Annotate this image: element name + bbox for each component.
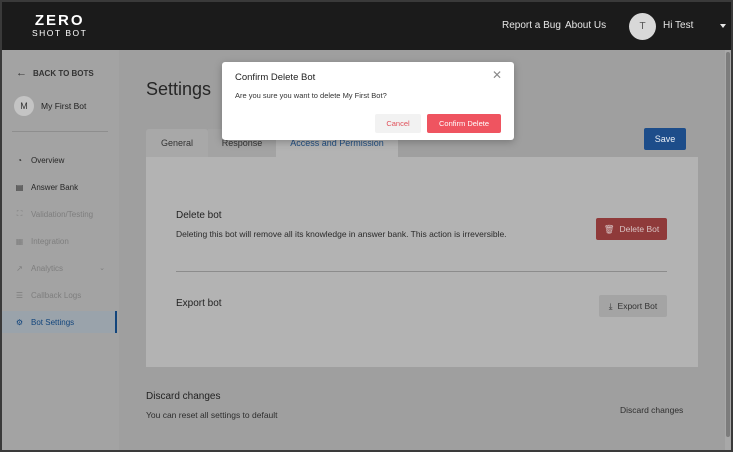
close-icon[interactable]: ✕: [492, 69, 502, 81]
sidebar-item-label: Integration: [31, 236, 69, 246]
sidebar-item-label: Overview: [31, 155, 65, 165]
discard-changes-button[interactable]: Discard changes: [620, 405, 683, 415]
logo-subtitle: SHOT BOT: [32, 28, 88, 38]
bot-name: My First Bot: [41, 101, 87, 111]
sidebar-item-overview[interactable]: ◔ Overview: [2, 149, 115, 171]
current-bot: M My First Bot: [14, 96, 86, 116]
trend-icon: ↗: [16, 263, 23, 273]
logo[interactable]: ZERO SHOT BOT: [32, 13, 87, 38]
export-bot-button-label: Export Bot: [617, 301, 658, 311]
sidebar-item-label: Bot Settings: [31, 317, 75, 327]
book-icon: ▤: [15, 182, 24, 192]
sidebar-item-analytics[interactable]: ↗ Analytics ⌄: [2, 257, 115, 279]
sidebar-item-bot-settings[interactable]: ⚙ Bot Settings: [2, 311, 117, 333]
back-to-bots-label: BACK TO BOTS: [33, 68, 94, 78]
export-bot-heading: Export bot: [176, 298, 222, 309]
scan-icon: ⛶: [16, 209, 23, 218]
sidebar-item-integration[interactable]: ▦ Integration: [2, 230, 115, 252]
save-button[interactable]: Save: [644, 128, 686, 150]
arrow-left-icon: ←: [16, 67, 27, 79]
sidebar-item-label: Callback Logs: [31, 290, 82, 300]
confirm-delete-button[interactable]: Confirm Delete: [427, 114, 501, 133]
gear-icon: ⚙: [15, 317, 24, 327]
caret-down-icon[interactable]: [720, 24, 726, 28]
delete-bot-heading: Delete bot: [176, 210, 222, 221]
logo-wordmark: ZERO: [34, 12, 85, 29]
confirm-delete-dialog: Confirm Delete Bot ✕ Are you sure you wa…: [222, 62, 514, 140]
sidebar-item-callback-logs[interactable]: ☰ Callback Logs: [2, 284, 115, 306]
chevron-down-icon: ⌄: [99, 265, 105, 272]
delete-bot-button[interactable]: 🗑 Delete Bot: [596, 218, 667, 240]
app-window: ZERO SHOT BOT Report a Bug About Us T Hi…: [0, 0, 733, 452]
gauge-icon: ◔: [17, 155, 22, 165]
bot-avatar: M: [14, 96, 34, 116]
list-icon: ☰: [15, 290, 24, 300]
sidebar-item-answer-bank[interactable]: ▤ Answer Bank: [2, 176, 115, 198]
download-icon: ⤓: [608, 300, 613, 311]
sidebar-item-label: Answer Bank: [31, 182, 79, 192]
sidebar-item-label: Validation/Testing: [31, 209, 94, 219]
dialog-title: Confirm Delete Bot: [235, 72, 316, 83]
page-title: Settings: [146, 79, 212, 99]
settings-card: [146, 157, 698, 367]
back-to-bots-link[interactable]: ← BACK TO BOTS: [16, 67, 94, 79]
delete-bot-description: Deleting this bot will remove all its kn…: [176, 229, 507, 239]
grid-icon: ▦: [15, 236, 24, 246]
user-menu-label[interactable]: Hi Test: [663, 20, 693, 31]
sidebar-item-validation-testing[interactable]: ⛶ Validation/Testing: [2, 203, 115, 225]
sidebar-item-label: Analytics: [31, 263, 64, 273]
scrollbar-thumb[interactable]: [726, 52, 730, 437]
top-navbar: ZERO SHOT BOT Report a Bug About Us T Hi…: [2, 2, 731, 50]
discard-changes-heading: Discard changes: [146, 391, 221, 402]
dialog-message: Are you sure you want to delete My First…: [235, 91, 387, 100]
delete-bot-button-label: Delete Bot: [619, 224, 660, 234]
tab-general[interactable]: General: [146, 129, 208, 157]
sidebar: ← BACK TO BOTS M My First Bot ◔ Overview…: [2, 50, 119, 450]
user-avatar[interactable]: T: [629, 13, 656, 40]
discard-changes-description: You can reset all settings to default: [146, 410, 278, 420]
card-divider: [176, 271, 667, 272]
export-bot-button[interactable]: ⤓ Export Bot: [599, 295, 667, 317]
cancel-button[interactable]: Cancel: [375, 114, 421, 133]
sidebar-divider: [12, 131, 108, 132]
report-bug-link[interactable]: Report a Bug: [502, 20, 561, 31]
about-us-link[interactable]: About Us: [565, 20, 606, 31]
trash-icon: 🗑: [603, 223, 615, 234]
